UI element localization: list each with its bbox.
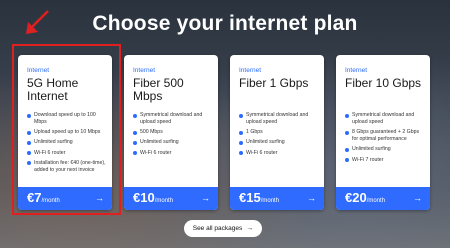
price-button[interactable]: €10/month →: [124, 187, 218, 210]
feature-list: Symmetrical download and upload speed 1 …: [239, 112, 319, 160]
plan-name: Fiber 1 Gbps: [239, 76, 309, 90]
plan-card-fiber-500[interactable]: Internet Fiber 500 Mbps Symmetrical down…: [124, 55, 218, 210]
annotation-highlight-box: [12, 44, 121, 215]
plan-card-fiber-1g[interactable]: Internet Fiber 1 Gbps Symmetrical downlo…: [230, 55, 324, 210]
check-icon: [239, 151, 243, 156]
plan-tag: Internet: [345, 67, 368, 74]
page-title: Choose your internet plan: [92, 12, 358, 35]
annotation-arrow-icon: [26, 10, 49, 34]
plan-card-fiber-10g[interactable]: Internet Fiber 10 Gbps Symmetrical downl…: [336, 55, 430, 210]
check-icon: [345, 130, 349, 135]
price-button[interactable]: €15/month →: [230, 187, 324, 210]
feature-item: 8 Gbps guaranteed + 2 Gbps for optimal p…: [345, 129, 425, 143]
feature-item: Wi-Fi 7 router: [345, 157, 425, 164]
check-icon: [133, 151, 137, 156]
check-icon: [345, 158, 349, 163]
arrow-right-icon: →: [201, 193, 210, 203]
plan-tag: Internet: [239, 67, 262, 74]
feature-item: Symmetrical download and upload speed: [345, 112, 425, 126]
check-icon: [239, 140, 243, 145]
plan-name: Fiber 500 Mbps: [133, 76, 184, 103]
check-icon: [133, 130, 137, 135]
check-icon: [239, 130, 243, 135]
feature-item: Unlimited surfing: [133, 139, 213, 146]
feature-list: Symmetrical download and upload speed 50…: [133, 112, 213, 160]
feature-item: Wi-Fi 6 router: [239, 150, 319, 157]
feature-item: Symmetrical download and upload speed: [239, 112, 319, 126]
price-amount: €20/month: [345, 190, 386, 205]
see-all-label: See all packages: [192, 225, 243, 232]
check-icon: [345, 147, 349, 152]
feature-item: Symmetrical download and upload speed: [133, 112, 213, 126]
check-icon: [345, 113, 349, 118]
feature-list: Symmetrical download and upload speed 8 …: [345, 112, 425, 167]
check-icon: [133, 113, 137, 118]
arrow-right-icon: →: [246, 225, 254, 232]
arrow-right-icon: →: [307, 193, 316, 203]
check-icon: [239, 113, 243, 118]
check-icon: [133, 140, 137, 145]
price-button[interactable]: €20/month →: [336, 187, 430, 210]
feature-item: 500 Mbps: [133, 129, 213, 136]
arrow-right-icon: →: [413, 193, 422, 203]
price-amount: €10/month: [133, 190, 174, 205]
see-all-packages-button[interactable]: See all packages →: [184, 220, 262, 237]
feature-item: Unlimited surfing: [239, 139, 319, 146]
feature-item: Wi-Fi 6 router: [133, 150, 213, 157]
price-amount: €15/month: [239, 190, 280, 205]
feature-item: Unlimited surfing: [345, 146, 425, 153]
plan-name: Fiber 10 Gbps: [345, 76, 422, 90]
plan-tag: Internet: [133, 67, 156, 74]
feature-item: 1 Gbps: [239, 129, 319, 136]
